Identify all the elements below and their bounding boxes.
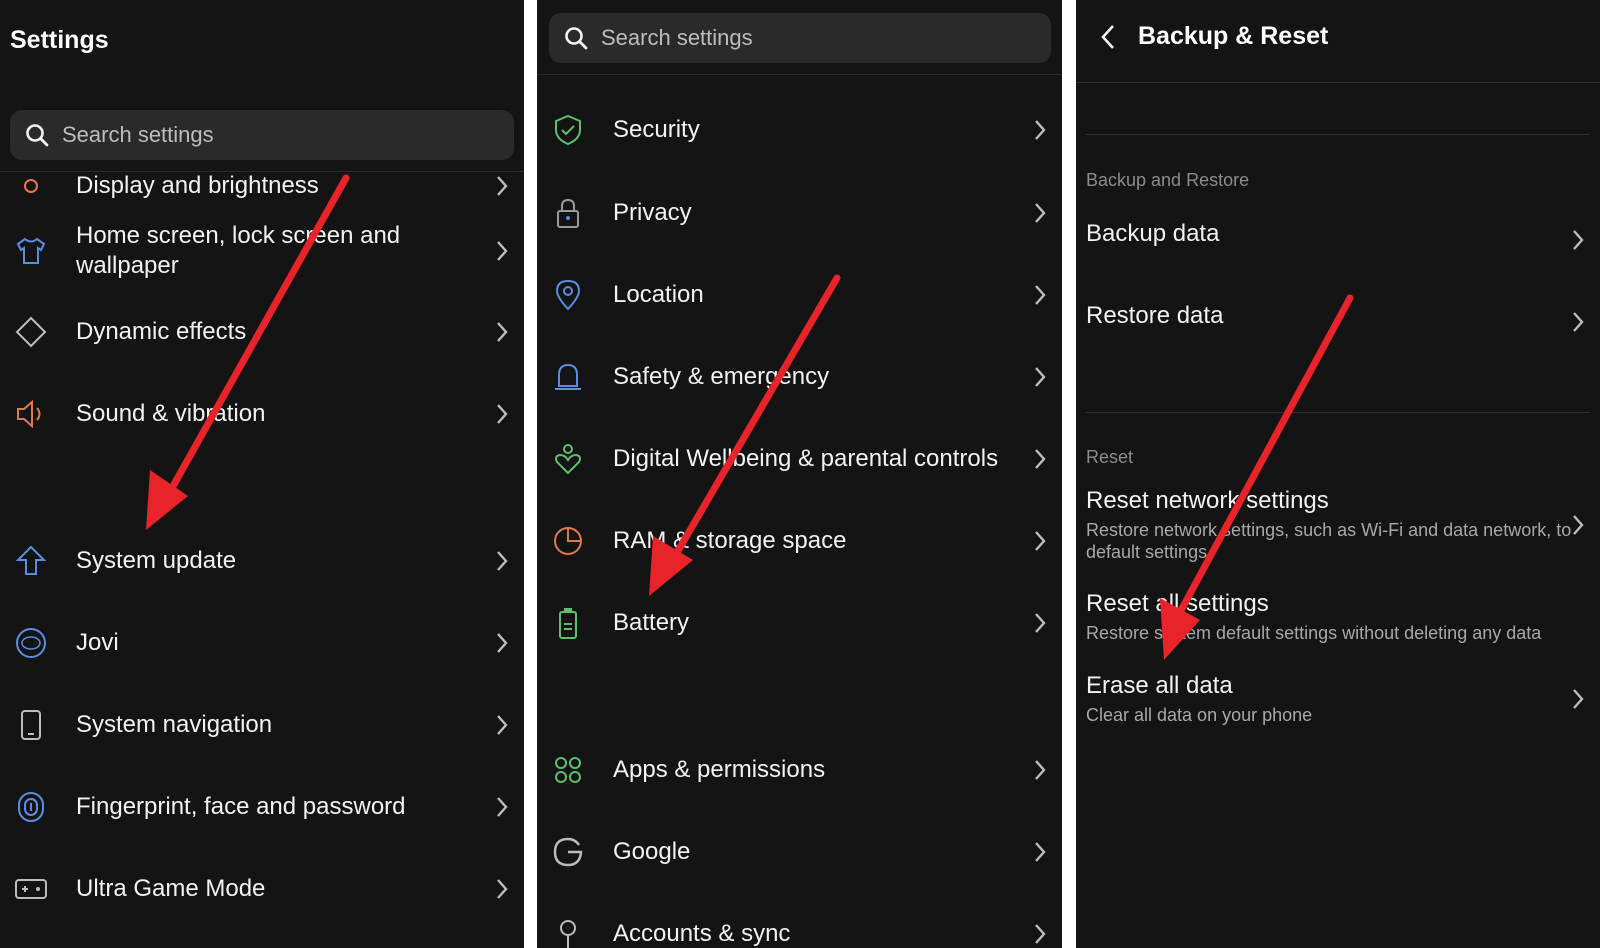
chevron-right-icon (1035, 449, 1046, 469)
section-header-reset: Reset (1086, 447, 1134, 467)
settings-item-digital-wellbeing[interactable]: Digital Wellbeing & parental controls (537, 418, 1062, 500)
settings-panel: Settings Display and brightness Search s… (0, 0, 524, 948)
search-icon (565, 27, 588, 50)
chevron-right-icon (1035, 613, 1046, 633)
settings-item-sound[interactable]: Sound & vibration (0, 373, 524, 455)
erase-all-data-item[interactable]: Erase all data Clear all data on your ph… (1086, 672, 1600, 726)
chevron-right-icon (1035, 120, 1046, 140)
chevron-right-icon (497, 879, 508, 899)
settings-item-system-navigation[interactable]: System navigation (0, 684, 524, 766)
location-pin-icon (555, 279, 581, 311)
search-icon (26, 124, 49, 147)
shield-check-icon (555, 114, 581, 146)
backup-reset-panel: Backup & Reset Backup and Restore Backup… (1076, 0, 1600, 948)
chevron-right-icon (1035, 924, 1046, 944)
chevron-right-icon (1035, 285, 1046, 305)
chevron-right-icon (1573, 515, 1584, 535)
bell-icon (555, 363, 581, 390)
google-icon (553, 837, 583, 867)
settings-item-apps-permissions[interactable]: Apps & permissions (537, 729, 1062, 811)
chevron-right-icon (497, 715, 508, 735)
back-arrow-icon[interactable] (1098, 22, 1118, 52)
chevron-right-icon (1035, 842, 1046, 862)
red-arrow-annotation (1160, 294, 1354, 660)
section-header-backup: Backup and Restore (1086, 170, 1250, 190)
settings-item-dynamic-effects[interactable]: Dynamic effects (0, 291, 524, 373)
settings-item-ram-storage[interactable]: RAM & storage space (537, 500, 1062, 582)
reset-all-settings-item[interactable]: Reset all settings Restore system defaul… (1086, 590, 1600, 644)
settings-item-ultra-game-mode[interactable]: Ultra Game Mode (0, 848, 524, 930)
search-input[interactable]: Search settings (601, 25, 753, 51)
chevron-right-icon (497, 633, 508, 653)
apps-command-icon (555, 757, 581, 783)
chevron-right-icon (497, 551, 508, 571)
chevron-right-icon (497, 176, 508, 196)
chevron-right-icon (1573, 312, 1584, 332)
chevron-right-icon (1035, 367, 1046, 387)
speaker-icon (17, 399, 41, 429)
chevron-right-icon (497, 241, 508, 261)
wellbeing-heart-icon (555, 444, 581, 475)
page-title: Settings (10, 26, 109, 54)
phone-icon (21, 710, 41, 740)
settings-item-fingerprint[interactable]: Fingerprint, face and password (0, 766, 524, 848)
diamond-icon (15, 316, 47, 348)
chevron-right-icon (1573, 230, 1584, 250)
page-title: Backup & Reset (1138, 22, 1329, 50)
chevron-right-icon (497, 404, 508, 424)
chevron-right-icon (497, 322, 508, 342)
settings-list-panel: Search settings Security Privacy Locatio… (537, 0, 1062, 948)
upload-arrow-icon (15, 545, 47, 575)
gamepad-icon (15, 879, 47, 899)
chevron-right-icon (1035, 531, 1046, 551)
settings-item-home-screen[interactable]: Home screen, lock screen and wallpaper (0, 210, 524, 292)
search-input[interactable]: Search settings (62, 122, 214, 148)
sun-icon (24, 179, 38, 193)
shirt-icon (16, 237, 46, 264)
search-bar[interactable]: Search settings (10, 110, 514, 160)
settings-item-jovi[interactable]: Jovi (0, 602, 524, 684)
restore-data-item[interactable]: Restore data (1086, 302, 1600, 342)
chevron-right-icon (1035, 203, 1046, 223)
chevron-right-icon (1573, 689, 1584, 709)
settings-item-battery[interactable]: Battery (537, 582, 1062, 664)
reset-network-settings-item[interactable]: Reset network settings Restore network s… (1086, 487, 1600, 563)
jovi-icon (16, 628, 46, 658)
key-icon (560, 920, 576, 948)
fingerprint-icon (18, 792, 44, 822)
settings-item-google[interactable]: Google (537, 811, 1062, 893)
settings-item-security[interactable]: Security (537, 89, 1062, 171)
settings-item-privacy[interactable]: Privacy (537, 172, 1062, 254)
search-bar[interactable]: Search settings (549, 13, 1051, 63)
settings-item-location[interactable]: Location (537, 254, 1062, 336)
lock-icon (557, 198, 579, 228)
chevron-right-icon (497, 797, 508, 817)
pie-chart-icon (554, 527, 582, 555)
settings-item-system-update[interactable]: System update (0, 520, 524, 602)
chevron-right-icon (1035, 760, 1046, 780)
settings-item-safety[interactable]: Safety & emergency (537, 336, 1062, 418)
backup-data-item[interactable]: Backup data (1086, 220, 1600, 260)
settings-item-accounts-sync[interactable]: Accounts & sync (537, 893, 1062, 948)
battery-icon (559, 608, 577, 639)
